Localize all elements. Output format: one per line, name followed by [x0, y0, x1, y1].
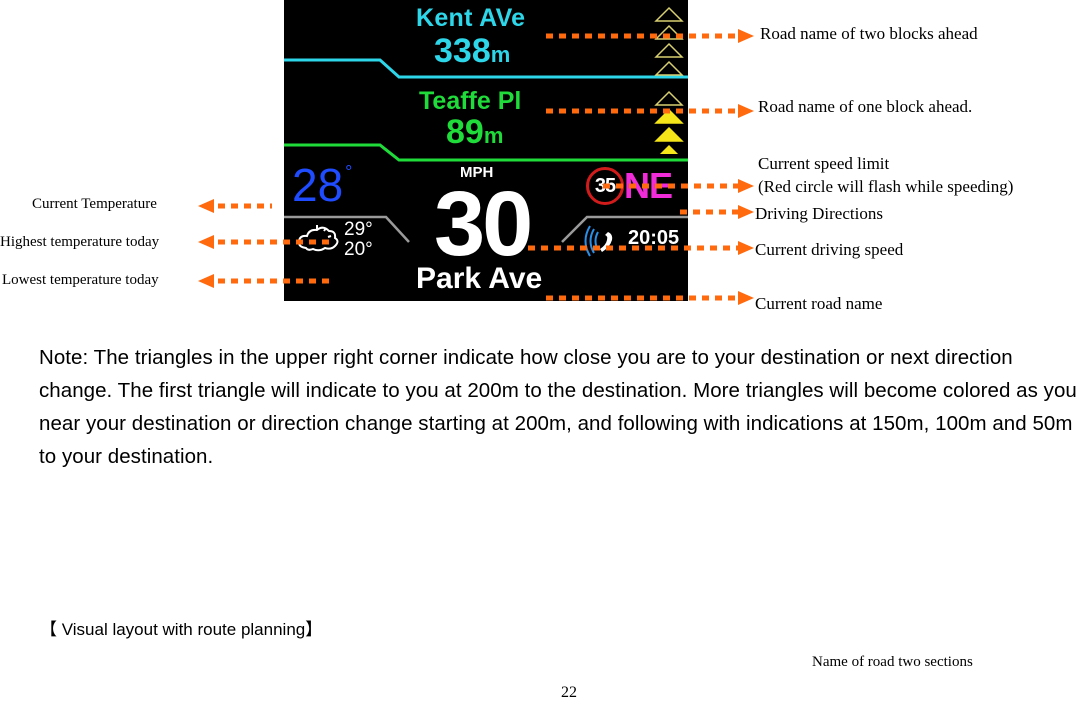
road-two-ahead-name: Kent AVe [416, 4, 526, 32]
label-low-temperature: Lowest temperature today [2, 272, 159, 288]
road-two-ahead-distance: 338m [434, 32, 510, 71]
distance-value: 89 [446, 113, 484, 151]
current-temperature: 28 ° [292, 158, 353, 212]
label-road-two-ahead: Road name of two blocks ahead [760, 24, 978, 43]
arrow-head-right [738, 205, 754, 219]
label-speed-limit: Current speed limit [758, 154, 890, 173]
bluetooth-phone-icon [584, 225, 613, 257]
figure-caption: Name of road two sections [812, 654, 973, 670]
label-high-temperature: Highest temperature today [0, 234, 160, 250]
triangle-filled-icon [654, 144, 684, 160]
arrow-head-right [738, 29, 754, 43]
low-temperature: 20° [344, 239, 373, 260]
proximity-triangles [654, 4, 684, 160]
distance-value: 338 [434, 32, 491, 70]
clock: 20:05 [628, 227, 680, 249]
arrow-head-left [198, 274, 214, 288]
temperature-value: 28 [292, 159, 344, 211]
speed-limit-sign: 35 [586, 167, 624, 205]
arrow-head-right [738, 104, 754, 118]
label-current-speed: Current driving speed [755, 240, 904, 259]
label-speed-limit-note: (Red circle will flash while speeding) [758, 177, 1014, 196]
degree-symbol: ° [345, 162, 353, 182]
label-current-road: Current road name [755, 294, 883, 313]
page-number: 22 [561, 684, 577, 701]
distance-unit: m [483, 123, 504, 148]
arrow-head-right [738, 291, 754, 305]
road-one-ahead-distance: 89m [446, 113, 503, 152]
triangle-outline-icon [654, 24, 684, 40]
triangles-svg [654, 6, 684, 160]
arrow-head-left [198, 199, 214, 213]
current-road-name: Park Ave [416, 262, 543, 295]
label-driving-directions: Driving Directions [755, 204, 883, 223]
road-one-ahead-name: Teaffe Pl [419, 87, 522, 115]
partly-cloudy-icon [297, 225, 339, 252]
triangle-outline-icon [654, 42, 684, 58]
label-current-temperature: Current Temperature [32, 196, 157, 212]
triangle-outline-icon [654, 60, 684, 76]
label-road-one-ahead: Road name of one block ahead. [758, 97, 973, 116]
high-temperature: 29° [344, 219, 373, 240]
triangle-filled-icon [654, 108, 684, 124]
note-paragraph: Note: The triangles in the upper right c… [39, 346, 1077, 468]
distance-unit: m [490, 42, 511, 67]
arrow-head-left [198, 235, 214, 249]
triangle-outline-icon [654, 90, 684, 106]
driving-direction: NE [624, 165, 673, 206]
arrow-head-right [738, 241, 754, 255]
triangle-outline-icon [654, 6, 684, 22]
triangle-filled-icon [654, 126, 684, 142]
section-heading: 【 Visual layout with route planning】 [40, 620, 323, 639]
arrow-head-right [738, 179, 754, 193]
hud-display: Kent AVe 338m Teaffe Pl 89m 28 ° 29° 20° … [284, 0, 688, 301]
